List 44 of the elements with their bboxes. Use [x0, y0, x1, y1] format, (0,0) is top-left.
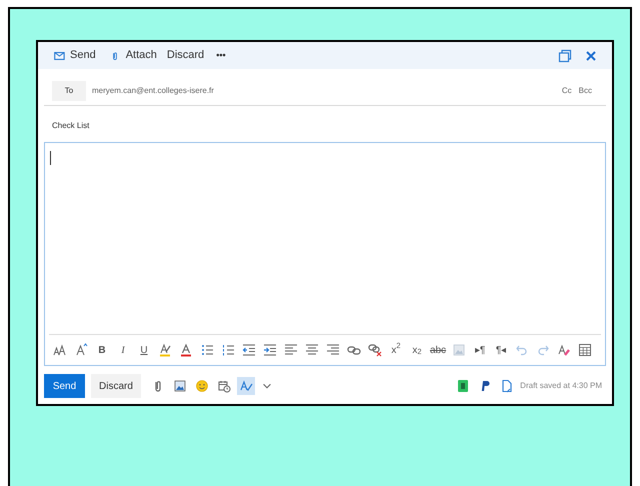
bcc-button[interactable]: Bcc: [578, 85, 592, 97]
grow-font-icon[interactable]: [74, 343, 88, 357]
table-icon[interactable]: [578, 343, 592, 357]
italic-button[interactable]: I: [114, 341, 132, 359]
bullet-list-icon[interactable]: [200, 343, 214, 357]
document-icon[interactable]: [500, 379, 514, 393]
left-to-right-button[interactable]: ▸¶: [471, 341, 489, 359]
underline-button[interactable]: U: [135, 341, 153, 359]
send-button[interactable]: Send: [52, 47, 96, 64]
strikethrough-button[interactable]: abc: [429, 341, 447, 359]
pop-out-icon[interactable]: [558, 48, 572, 62]
recipient-address: meryem.can@ent.colleges-isere.fr: [92, 85, 214, 97]
to-button[interactable]: To: [52, 81, 86, 101]
outdent-icon[interactable]: [242, 343, 256, 357]
spell-check-button[interactable]: [237, 377, 255, 395]
more-button[interactable]: •••: [216, 48, 226, 62]
close-icon[interactable]: [584, 48, 598, 62]
indent-icon[interactable]: [263, 343, 277, 357]
right-to-left-button[interactable]: ¶◂: [492, 341, 510, 359]
align-center-icon[interactable]: [305, 343, 319, 357]
cc-button[interactable]: Cc: [562, 85, 572, 97]
attach-button[interactable]: Attach: [110, 47, 157, 64]
spell-check-icon: [239, 379, 253, 393]
envelope-icon: [52, 50, 66, 62]
bold-button[interactable]: B: [93, 341, 111, 359]
calendar-clock-icon[interactable]: [217, 379, 231, 393]
picture-icon[interactable]: [173, 379, 187, 393]
clear-formatting-icon[interactable]: [557, 343, 571, 357]
send-button[interactable]: Send: [44, 374, 85, 398]
discard-button[interactable]: Discard: [91, 374, 141, 398]
draft-status: Draft saved at 4:30 PM: [520, 380, 602, 392]
font-size-icon[interactable]: [53, 343, 67, 357]
numbered-list-icon[interactable]: [221, 343, 235, 357]
font-color-icon[interactable]: [179, 343, 193, 357]
align-right-icon[interactable]: [326, 343, 340, 357]
superscript-button[interactable]: x$^{2}$: [387, 341, 405, 359]
subject-field[interactable]: Check List: [52, 119, 598, 133]
discard-button[interactable]: Discard: [166, 47, 204, 64]
smiley-icon[interactable]: [195, 379, 209, 393]
unlink-icon[interactable]: [368, 343, 382, 357]
align-left-icon[interactable]: [284, 343, 298, 357]
highlighter-icon[interactable]: [158, 343, 172, 357]
subscript-button[interactable]: x$_{2}$: [408, 341, 426, 359]
notebook-icon[interactable]: [456, 379, 470, 393]
